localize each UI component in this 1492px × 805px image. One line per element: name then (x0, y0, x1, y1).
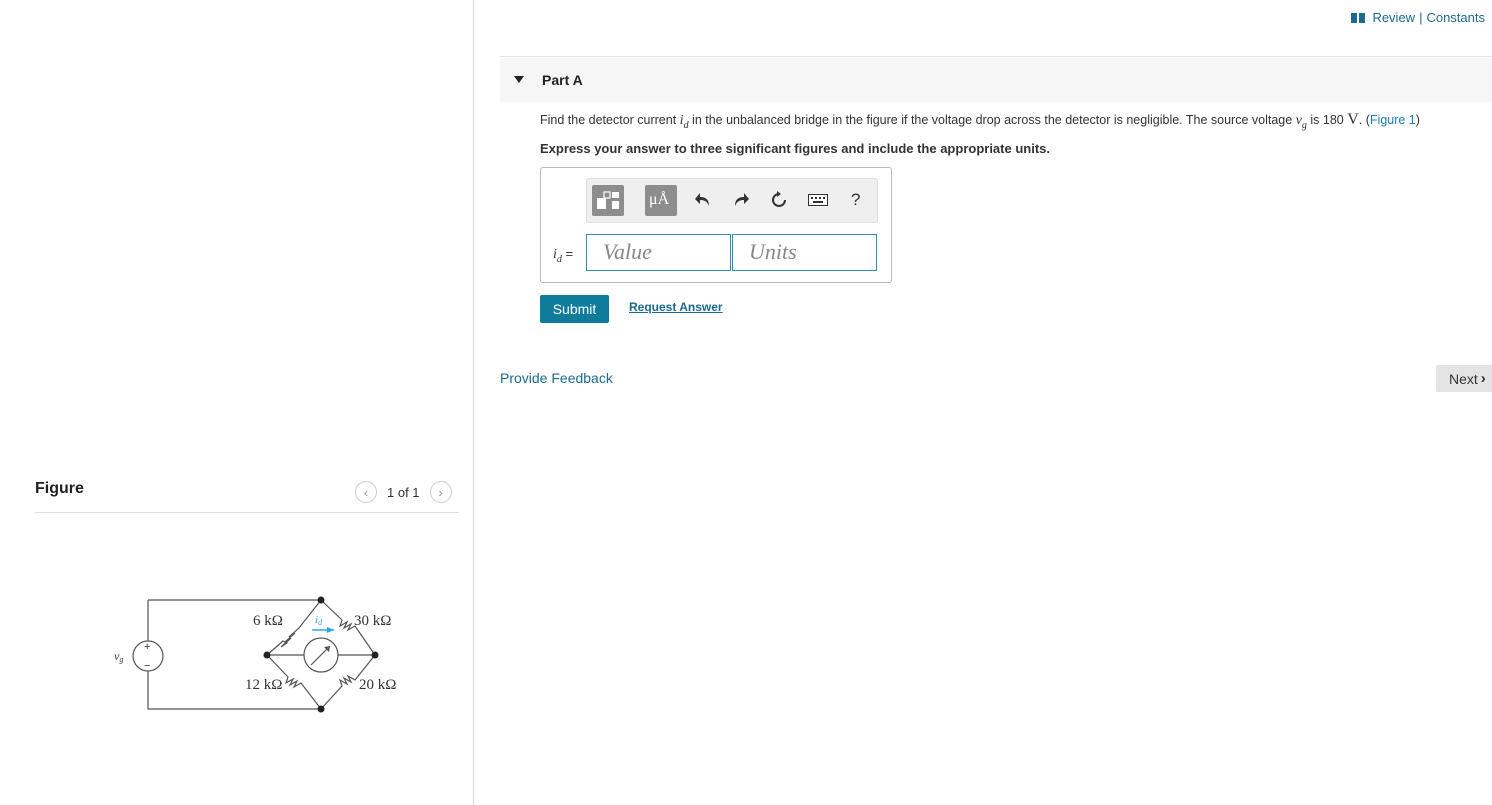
reset-icon[interactable] (768, 189, 790, 211)
figure-rule (35, 512, 459, 513)
figure-page-indicator: 1 of 1 (387, 484, 420, 500)
plus-sign: + (144, 641, 150, 653)
units-button[interactable]: μÅ (645, 185, 677, 216)
question-text: Find the detector current id in the unba… (540, 111, 1420, 131)
figure-link[interactable]: Figure 1 (1370, 113, 1416, 127)
constants-link[interactable]: Constants (1426, 10, 1485, 25)
review-link[interactable]: Review (1372, 10, 1415, 25)
voltage-variable: vg (1295, 113, 1307, 131)
templates-icon (597, 191, 619, 209)
keyboard-icon[interactable] (807, 189, 829, 211)
chevron-left-icon: ‹ (363, 484, 369, 500)
chevron-right-icon: › (1480, 370, 1486, 387)
resistor-label-6k: 6 kΩ (253, 613, 283, 629)
bottom-wire (147, 671, 321, 710)
instruction-text: Express your answer to three significant… (540, 141, 1050, 156)
help-icon[interactable]: ? (851, 190, 860, 210)
link-separator: | (1419, 10, 1423, 25)
provide-feedback-link[interactable]: Provide Feedback (500, 370, 613, 386)
redo-icon[interactable] (730, 189, 752, 211)
submit-button[interactable]: Submit (540, 295, 609, 323)
part-a-header[interactable]: Part A (500, 58, 1492, 102)
source-label: vg (114, 649, 123, 664)
voltage-unit: V (1347, 111, 1359, 128)
units-input[interactable]: Units (732, 234, 877, 271)
value-input[interactable]: Value (586, 234, 731, 271)
units-button-label: μÅ (649, 191, 670, 208)
bridge-circuit-diagram: id + − vg 6 kΩ 30 kΩ 12 kΩ 20 kΩ (114, 596, 396, 713)
next-label: Next (1449, 370, 1478, 387)
book-icon (1351, 12, 1366, 23)
current-label: id (315, 614, 323, 627)
question-text-middle: in the unbalanced bridge in the figure i… (692, 113, 1293, 127)
resistor-label-30k: 30 kΩ (354, 613, 391, 629)
resistor-label-20k: 20 kΩ (359, 677, 396, 693)
templates-button[interactable] (592, 185, 624, 216)
next-figure-button[interactable]: › (429, 481, 452, 503)
answer-box: μÅ ? id = Value Units (540, 167, 892, 283)
chevron-right-icon: › (438, 484, 443, 500)
prev-figure-button[interactable]: ‹ (355, 481, 377, 503)
review-constants-links: Review | Constants (1351, 10, 1485, 25)
resistor-label-12k: 12 kΩ (245, 677, 282, 693)
current-variable: id (679, 113, 689, 131)
panel-divider (473, 0, 474, 805)
figure-title: Figure (35, 480, 84, 497)
minus-sign: − (144, 660, 150, 672)
question-text-before: Find the detector current (540, 113, 677, 127)
top-rule (500, 56, 1492, 57)
figure-pager: ‹ 1 of 1 › (355, 481, 452, 503)
answer-label: id = (553, 246, 574, 265)
question-text-is: is 180 (1310, 113, 1344, 127)
next-button[interactable]: Next › (1436, 365, 1492, 392)
current-arrowhead (327, 627, 334, 633)
math-toolbar: μÅ ? (586, 178, 878, 223)
undo-icon[interactable] (692, 189, 714, 211)
collapse-caret-icon[interactable] (514, 76, 524, 83)
part-title: Part A (542, 72, 583, 88)
request-answer-link[interactable]: Request Answer (629, 300, 723, 314)
